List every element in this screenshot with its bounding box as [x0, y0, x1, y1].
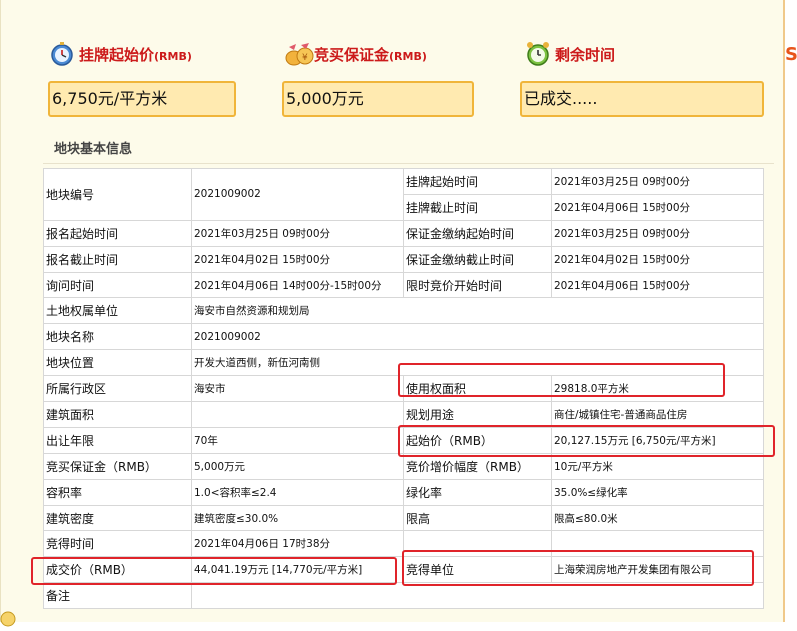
field-label: 询问时间: [43, 271, 192, 299]
table-row: 地块名称 2021009002: [43, 323, 764, 351]
field-label: 报名起始时间: [43, 219, 192, 247]
remaining-time-label: 剩余时间: [555, 45, 616, 64]
highlight-start-price-box: [398, 425, 775, 457]
field-value: 5,000万元: [191, 452, 404, 480]
land-auction-panel: 挂牌起始价(RMB) 6,750元/平方米 ¥ 竞买保证金(RMB) 5,000…: [0, 0, 784, 622]
field-value: 35.0%≤绿化率: [551, 478, 764, 506]
field-value: 2021年04月02日 15时00分: [551, 245, 764, 273]
field-label: 限时竞价开始时间: [403, 271, 552, 299]
field-value: 70年: [191, 426, 404, 454]
field-label: 挂牌截止时间: [403, 193, 552, 221]
table-row: 报名起始时间 2021年03月25日 09时00分 保证金缴纳起始时间 2021…: [43, 219, 764, 247]
remaining-time-value: 已成交.....: [520, 81, 764, 117]
table-row: 建筑密度 建筑密度≤30.0% 限高 限高≤80.0米: [43, 504, 764, 532]
deposit-value: 5,000万元: [282, 81, 474, 117]
stopwatch-icon: [49, 41, 75, 67]
field-value: 1.0<容积率≤2.4: [191, 478, 404, 506]
highlight-area-box: [398, 363, 725, 397]
field-label: 竞得时间: [43, 530, 192, 558]
field-label: 限高: [403, 504, 552, 532]
field-value: 2021年04月06日 14时00分-15时00分: [191, 271, 404, 299]
info-icon: [0, 611, 16, 627]
highlight-winner-box: [402, 550, 754, 586]
field-label: 地块位置: [43, 349, 192, 377]
field-value: 2021年04月06日 17时38分: [191, 530, 404, 558]
table-row: 询问时间 2021年04月06日 14时00分-15时00分 限时竞价开始时间 …: [43, 271, 764, 299]
table-row: 备注: [43, 582, 764, 610]
table-row: 容积率 1.0<容积率≤2.4 绿化率 35.0%≤绿化率: [43, 478, 764, 506]
field-label: 规划用途: [403, 401, 552, 428]
field-label: 土地权属单位: [43, 297, 192, 325]
remaining-time-stat: 剩余时间: [525, 38, 615, 70]
field-label: 地块名称: [43, 323, 192, 351]
field-value: 海安市自然资源和规划局: [191, 297, 764, 325]
start-price-value: 6,750元/平方米: [48, 81, 236, 117]
table-row: 竞买保证金（RMB） 5,000万元 竞价增价幅度（RMB） 10元/平方米: [43, 452, 764, 480]
field-label: 出让年限: [43, 426, 192, 454]
field-value: 2021年03月25日 09时00分: [191, 219, 404, 247]
table-row: 建筑面积 规划用途 商住/城镇住宅-普通商品住房: [43, 401, 764, 428]
start-price-stat: 挂牌起始价(RMB): [49, 38, 192, 70]
deposit-stat: ¥ 竞买保证金(RMB): [284, 38, 427, 70]
field-label: 报名截止时间: [43, 245, 192, 273]
field-value: 2021009002: [191, 168, 404, 221]
sidebar-edge: [783, 0, 797, 622]
field-label: 容积率: [43, 478, 192, 506]
field-value: 商住/城镇住宅-普通商品住房: [551, 401, 764, 428]
field-value: 10元/平方米: [551, 452, 764, 480]
field-label: 竞买保证金（RMB）: [43, 452, 192, 480]
field-label: 建筑面积: [43, 401, 192, 428]
field-value: 2021年04月06日 15时00分: [551, 271, 764, 299]
field-label: 备注: [43, 582, 192, 610]
section-divider: [43, 163, 774, 164]
table-row: 土地权属单位 海安市自然资源和规划局: [43, 297, 764, 325]
field-label: 保证金缴纳截止时间: [403, 245, 552, 273]
field-label: 地块编号: [43, 168, 192, 221]
field-label: 绿化率: [403, 478, 552, 506]
logo-icon: S: [785, 44, 797, 65]
field-label: 挂牌起始时间: [403, 168, 552, 195]
field-label: 所属行政区: [43, 375, 192, 403]
alarm-clock-icon: [525, 41, 551, 67]
field-value: 海安市: [191, 375, 404, 403]
deposit-label: 竞买保证金(RMB): [314, 45, 427, 64]
field-label: 保证金缴纳起始时间: [403, 219, 552, 247]
start-price-label: 挂牌起始价(RMB): [79, 45, 192, 64]
field-value: 限高≤80.0米: [551, 504, 764, 532]
section-title: 地块基本信息: [54, 142, 133, 157]
table-row: 报名截止时间 2021年04月02日 15时00分 保证金缴纳截止时间 2021…: [43, 245, 764, 273]
field-label: 建筑密度: [43, 504, 192, 532]
field-value: [191, 582, 764, 610]
field-value: 2021年04月02日 15时00分: [191, 245, 404, 273]
field-value: [191, 401, 404, 428]
table-row: 地块编号 2021009002 挂牌起始时间 2021年03月25日 09时00…: [43, 168, 764, 221]
field-value: 2021年03月25日 09时00分: [551, 168, 764, 195]
field-label: 竞价增价幅度（RMB）: [403, 452, 552, 480]
field-value: 建筑密度≤30.0%: [191, 504, 404, 532]
field-value: 2021年03月25日 09时00分: [551, 219, 764, 247]
highlight-deal-price-box: [31, 557, 397, 585]
field-value: 2021年04月06日 15时00分: [551, 193, 764, 221]
svg-text:¥: ¥: [302, 53, 308, 63]
field-value: 2021009002: [191, 323, 764, 351]
money-bag-icon: ¥: [284, 41, 314, 67]
